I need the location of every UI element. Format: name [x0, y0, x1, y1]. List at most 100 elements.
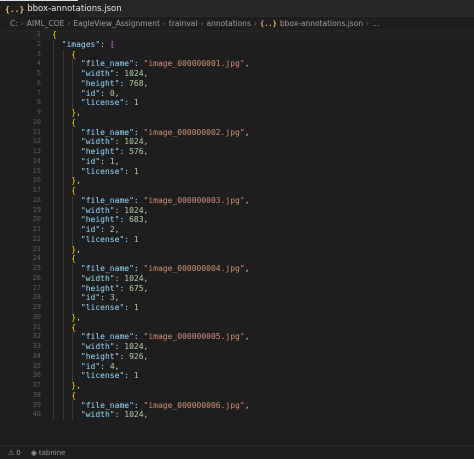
- code-line[interactable]: 13 "height": 576,: [0, 147, 474, 157]
- code-line[interactable]: 35 "id": 4,: [0, 361, 474, 372]
- code-line[interactable]: 14 "id": 1,: [0, 156, 474, 167]
- code-line[interactable]: 1{: [0, 30, 474, 40]
- code-token: "id": [80, 361, 101, 371]
- code-line[interactable]: 17 {: [0, 186, 474, 196]
- code-token: :: [124, 371, 134, 381]
- code-editor[interactable]: 1{2 "images": [3 {4 "file_name": "image_…: [0, 30, 474, 445]
- code-token: "id": [80, 88, 101, 98]
- code-line[interactable]: 24 {: [0, 254, 474, 264]
- code-text: "license": 1: [52, 98, 139, 108]
- code-token: ,: [114, 88, 120, 98]
- line-number: 28: [32, 293, 41, 302]
- breadcrumb-trail[interactable]: ...: [372, 19, 379, 28]
- code-token: "image_000000004.jpg": [143, 264, 245, 273]
- chevron-right-icon: ›: [253, 19, 257, 28]
- code-line[interactable]: 38 {: [0, 390, 474, 401]
- tabnine-indicator[interactable]: ◉ tabnine: [29, 449, 66, 457]
- code-line[interactable]: 29 "license": 1: [0, 303, 474, 313]
- code-line[interactable]: 9 },: [0, 108, 474, 118]
- code-line[interactable]: 2 "images": [: [0, 39, 474, 50]
- breadcrumb-item[interactable]: trainval: [169, 19, 198, 28]
- line-number: 14: [32, 156, 41, 165]
- breadcrumb-file[interactable]: bbox-annotations.json: [280, 19, 363, 28]
- breadcrumb-item[interactable]: C:: [10, 19, 18, 28]
- code-line[interactable]: 6 "height": 768,: [0, 78, 474, 89]
- code-line[interactable]: 8 "license": 1: [0, 98, 474, 108]
- code-line[interactable]: 28 "id": 3,: [0, 293, 474, 303]
- breadcrumb-item[interactable]: AIML_COE: [27, 19, 65, 28]
- code-token: ,: [143, 351, 149, 361]
- tab-bbox-annotations[interactable]: {..} bbox-annotations.json: [0, 0, 122, 17]
- code-line[interactable]: 33 "width": 1024,: [0, 342, 474, 352]
- code-line[interactable]: 3 {: [0, 49, 474, 60]
- line-number: 40: [32, 410, 41, 419]
- code-line[interactable]: 37 },: [0, 381, 474, 391]
- line-number: 5: [36, 69, 41, 77]
- line-number: 11: [32, 127, 41, 136]
- code-line[interactable]: 31 {: [0, 322, 474, 333]
- breadcrumb-item[interactable]: annotations: [206, 19, 251, 28]
- chevron-right-icon: ›: [67, 19, 71, 28]
- code-token: "file_name": [80, 59, 134, 69]
- code-line[interactable]: 34 "height": 926,: [0, 351, 474, 362]
- code-token: "image_000000002.jpg": [143, 127, 245, 137]
- problems-indicator[interactable]: ⚠ 0: [6, 449, 21, 457]
- code-line[interactable]: 7 "id": 0,: [0, 88, 474, 99]
- code-line[interactable]: 11 "file_name": "image_000000002.jpg",: [0, 127, 474, 138]
- code-line[interactable]: 26 "width": 1024,: [0, 273, 474, 284]
- code-line[interactable]: 4 "file_name": "image_000000001.jpg",: [0, 59, 474, 69]
- code-line[interactable]: 15 "license": 1: [0, 166, 474, 177]
- code-token: :: [100, 39, 110, 49]
- code-token: ,: [114, 225, 120, 234]
- code-text: "license": 1: [52, 235, 139, 245]
- code-line[interactable]: 39 "file_name": "image_000000006.jpg",: [0, 400, 474, 411]
- code-token: "file_name": [80, 195, 134, 205]
- code-line[interactable]: 19 "width": 1024,: [0, 205, 474, 216]
- code-line[interactable]: 10 {: [0, 117, 474, 128]
- code-text: {: [52, 118, 76, 128]
- code-token: ,: [244, 195, 250, 205]
- code-line[interactable]: 21 "id": 2,: [0, 225, 474, 235]
- chevron-right-icon: ›: [20, 19, 24, 28]
- line-number: 23: [32, 244, 41, 253]
- line-number: 17: [32, 186, 41, 194]
- code-token: 926: [129, 351, 144, 361]
- code-line[interactable]: 20 "height": 683,: [0, 215, 474, 225]
- code-text: },: [52, 245, 81, 255]
- code-line[interactable]: 12 "width": 1024,: [0, 137, 474, 147]
- line-number: 33: [32, 342, 41, 350]
- code-token: :: [119, 215, 130, 225]
- code-text: "width": 1024,: [52, 342, 148, 352]
- code-token: "height": [80, 215, 120, 225]
- code-line[interactable]: 23 },: [0, 244, 474, 255]
- code-line[interactable]: 22 "license": 1: [0, 234, 474, 245]
- code-token: 1024: [124, 342, 144, 351]
- code-line[interactable]: 27 "height": 675,: [0, 283, 474, 294]
- json-braces-icon: {..}: [259, 19, 277, 28]
- code-line[interactable]: 16 },: [0, 176, 474, 186]
- code-line[interactable]: 18 "file_name": "image_000000003.jpg",: [0, 195, 474, 206]
- code-line[interactable]: 36 "license": 1: [0, 371, 474, 381]
- code-token: "width": [80, 137, 115, 147]
- code-text: "height": 926,: [52, 352, 148, 362]
- code-token: {: [52, 30, 57, 39]
- code-line[interactable]: 30 },: [0, 312, 474, 323]
- code-token: :: [114, 273, 125, 283]
- code-line[interactable]: 5 "width": 1024,: [0, 69, 474, 79]
- code-token: :: [119, 147, 130, 156]
- code-token: :: [100, 361, 110, 371]
- code-token: :: [100, 156, 110, 166]
- code-text: {: [52, 186, 76, 196]
- code-text: "width": 1024,: [52, 137, 148, 147]
- code-line[interactable]: 40 "width": 1024,: [0, 410, 474, 420]
- code-text: {: [52, 391, 76, 401]
- code-line[interactable]: 25 "file_name": "image_000000004.jpg",: [0, 264, 474, 274]
- breadcrumb-item[interactable]: EagleView_Assignment: [73, 19, 160, 28]
- code-token: 1024: [124, 273, 144, 283]
- code-line[interactable]: 32 "file_name": "image_000000005.jpg",: [0, 332, 474, 342]
